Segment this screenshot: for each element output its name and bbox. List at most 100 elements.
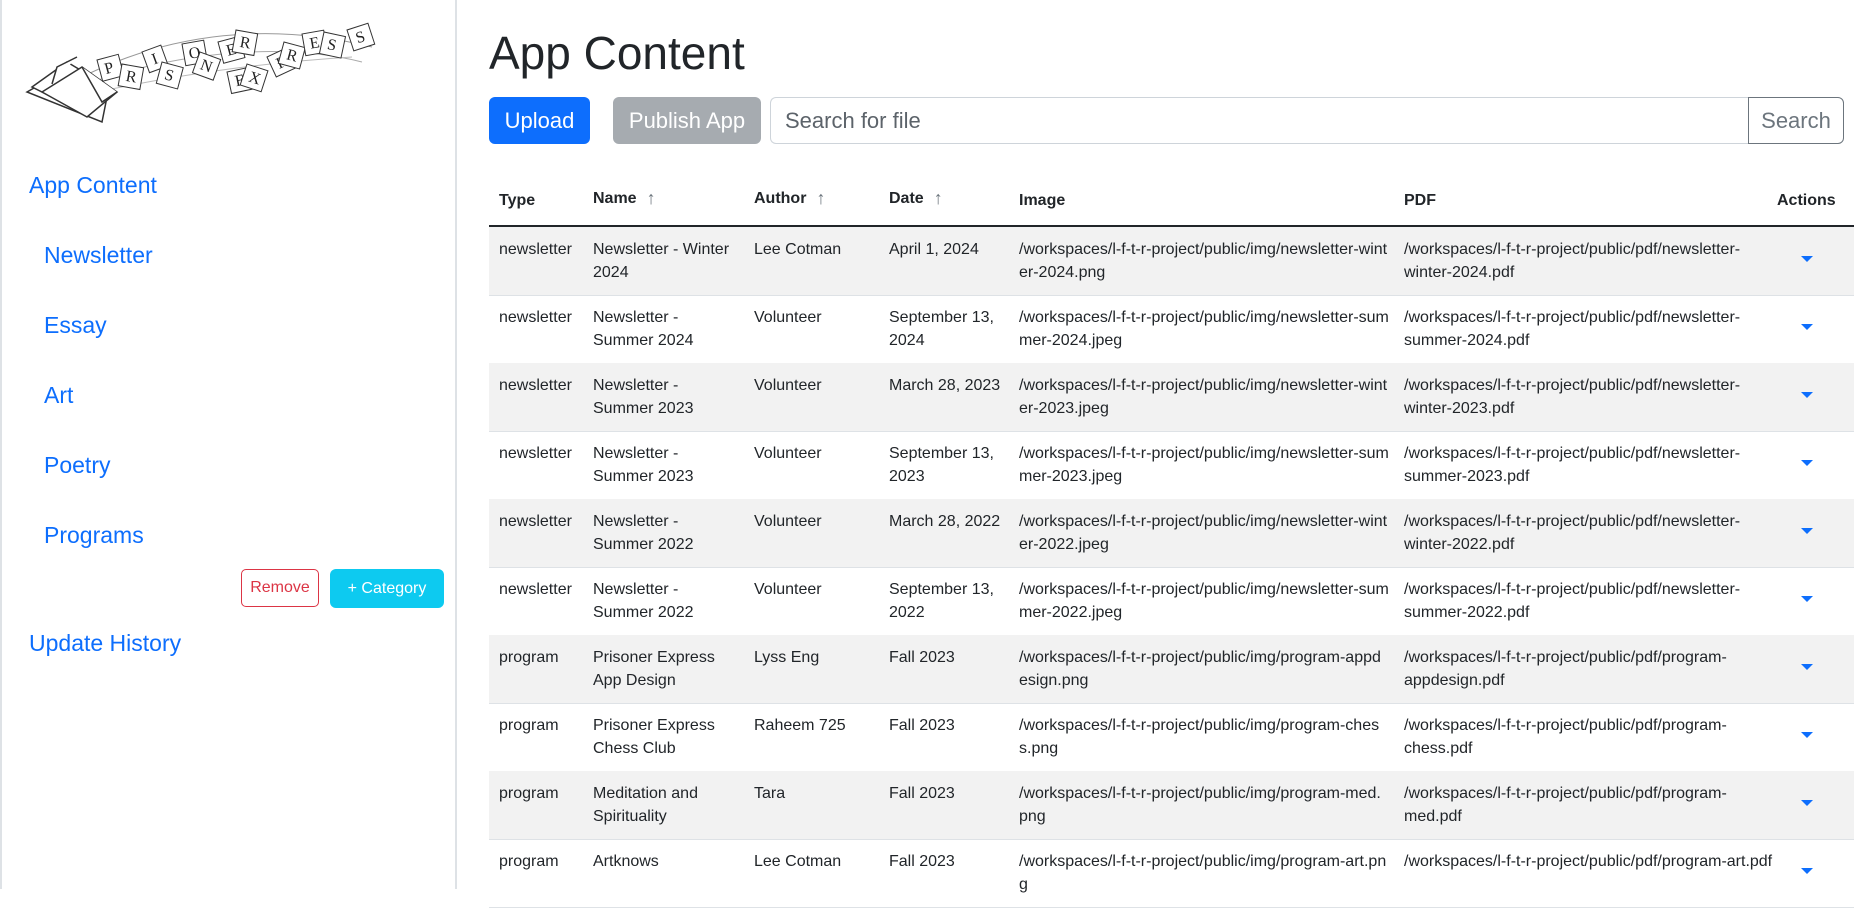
table-row[interactable]: newsletter Newsletter - Summer 2023 Volunt…	[489, 431, 1854, 500]
cell-date: Fall 2023	[889, 649, 955, 666]
cell-author: Lee Cotman	[754, 241, 842, 258]
nav-update-history[interactable]: Update History	[29, 630, 181, 657]
cell-image: /workspaces/l-f-t-r-project/public/img/n…	[1019, 581, 1389, 621]
cell-type: newsletter	[499, 309, 572, 326]
cell-name: Newsletter - Summer 2022	[593, 513, 694, 553]
column-header-name[interactable]: Name ↑	[593, 188, 656, 209]
upload-button[interactable]: Upload	[489, 97, 590, 144]
cell-name: Newsletter - Summer 2024	[593, 309, 694, 349]
cell-date: March 28, 2022	[889, 513, 1001, 530]
nav-app-content[interactable]: App Content	[29, 172, 157, 199]
caret-down-icon	[1801, 732, 1813, 738]
cell-type: program	[499, 853, 559, 870]
cell-date: September 13, 2024	[889, 309, 994, 349]
column-header-author[interactable]: Author ↑	[754, 188, 825, 209]
column-header-actions: Actions	[1777, 192, 1836, 209]
cell-name: Prisoner Express App Design	[593, 649, 715, 689]
cell-date: Fall 2023	[889, 717, 955, 734]
cell-type: newsletter	[499, 445, 572, 462]
cell-name: Newsletter - Summer 2023	[593, 445, 694, 485]
actions-dropdown-toggle[interactable]	[1792, 723, 1822, 747]
table-row[interactable]: newsletter Newsletter - Winter 2024 Lee Co…	[489, 227, 1854, 296]
arrow-up-icon[interactable]: ↑	[934, 188, 943, 209]
cell-pdf: /workspaces/l-f-t-r-project/public/pdf/n…	[1404, 377, 1741, 417]
cell-type: program	[499, 717, 559, 734]
table-row[interactable]: newsletter Newsletter - Summer 2022 Volunt…	[489, 499, 1854, 568]
caret-down-icon	[1801, 324, 1813, 330]
arrow-up-icon[interactable]: ↑	[647, 188, 656, 209]
cell-date: September 13, 2023	[889, 445, 994, 485]
cell-type: newsletter	[499, 581, 572, 598]
sidebar: P R I S O N E R E X P R E S S App Conten…	[0, 0, 457, 889]
actions-dropdown-toggle[interactable]	[1792, 655, 1822, 679]
arrow-up-icon[interactable]: ↑	[816, 188, 825, 209]
cell-date: September 13, 2022	[889, 581, 994, 621]
cell-pdf: /workspaces/l-f-t-r-project/public/pdf/p…	[1404, 717, 1727, 757]
content-table: Type Name ↑ Author ↑ Date ↑ Image PDF Actio…	[489, 178, 1854, 908]
table-row[interactable]: program Artknows Lee Cotman Fall 2023/works…	[489, 839, 1854, 908]
cell-date: April 1, 2024	[889, 241, 979, 258]
cell-type: newsletter	[499, 241, 572, 258]
column-header-pdf: PDF	[1404, 192, 1436, 209]
cell-author: Volunteer	[754, 581, 822, 598]
column-header-type: Type	[499, 192, 536, 209]
page-title: App Content	[489, 27, 745, 79]
caret-down-icon	[1801, 800, 1813, 806]
sidebar-item-newsletter[interactable]: Newsletter	[44, 242, 153, 269]
sidebar-item-art[interactable]: Art	[44, 382, 73, 409]
actions-dropdown-toggle[interactable]	[1792, 519, 1822, 543]
sidebar-item-poetry[interactable]: Poetry	[44, 452, 110, 479]
actions-dropdown-toggle[interactable]	[1792, 451, 1822, 475]
main-content: App Content Upload Publish App Search Ty…	[489, 0, 1854, 908]
publish-app-button[interactable]: Publish App	[613, 97, 761, 144]
cell-image: /workspaces/l-f-t-r-project/public/img/n…	[1019, 241, 1388, 281]
cell-date: Fall 2023	[889, 853, 955, 870]
cell-type: newsletter	[499, 513, 572, 530]
actions-dropdown-toggle[interactable]	[1792, 315, 1822, 339]
cell-pdf: /workspaces/l-f-t-r-project/public/pdf/n…	[1404, 581, 1741, 621]
actions-dropdown-toggle[interactable]	[1792, 859, 1822, 883]
actions-dropdown-toggle[interactable]	[1792, 587, 1822, 611]
cell-author: Lee Cotman	[754, 853, 842, 870]
search-input[interactable]	[770, 97, 1749, 144]
add-category-button[interactable]: + Category	[330, 569, 444, 608]
cell-image: /workspaces/l-f-t-r-project/public/img/n…	[1019, 513, 1388, 553]
cell-image: /workspaces/l-f-t-r-project/public/img/p…	[1019, 785, 1381, 825]
cell-author: Volunteer	[754, 377, 822, 394]
caret-down-icon	[1801, 392, 1813, 398]
sidebar-item-programs[interactable]: Programs	[44, 522, 144, 549]
cell-name: Newsletter - Summer 2023	[593, 377, 694, 417]
prisoner-express-logo[interactable]: P R I S O N E R E X P R E S S	[22, 22, 392, 132]
cell-author: Volunteer	[754, 445, 822, 462]
table-row[interactable]: program Meditation and Spirituality Tara Fa…	[489, 771, 1854, 840]
cell-author: Volunteer	[754, 309, 822, 326]
cell-author: Raheem 725	[754, 717, 846, 734]
cell-pdf: /workspaces/l-f-t-r-project/public/pdf/n…	[1404, 241, 1741, 281]
cell-name: Meditation and Spirituality	[593, 785, 698, 825]
table-row[interactable]: newsletter Newsletter - Summer 2024 Volunt…	[489, 295, 1854, 364]
table-row[interactable]: newsletter Newsletter - Summer 2023 Volunt…	[489, 363, 1854, 432]
cell-name: Newsletter - Summer 2022	[593, 581, 694, 621]
cell-date: March 28, 2023	[889, 377, 1001, 394]
search-button[interactable]: Search	[1748, 97, 1844, 144]
cell-name: Newsletter - Winter 2024	[593, 241, 730, 281]
cell-pdf: /workspaces/l-f-t-r-project/public/pdf/p…	[1404, 853, 1773, 870]
cell-pdf: /workspaces/l-f-t-r-project/public/pdf/n…	[1404, 309, 1741, 349]
cell-name: Artknows	[593, 853, 659, 870]
cell-image: /workspaces/l-f-t-r-project/public/img/p…	[1019, 649, 1381, 689]
actions-dropdown-toggle[interactable]	[1792, 247, 1822, 271]
column-header-date[interactable]: Date ↑	[889, 188, 943, 209]
cell-image: /workspaces/l-f-t-r-project/public/img/p…	[1019, 717, 1380, 757]
table-row[interactable]: program Prisoner Express App Design Lyss E…	[489, 635, 1854, 704]
table-row[interactable]: newsletter Newsletter - Summer 2022 Volunt…	[489, 567, 1854, 636]
table-row[interactable]: program Prisoner Express Chess Club Raheem…	[489, 703, 1854, 772]
cell-pdf: /workspaces/l-f-t-r-project/public/pdf/n…	[1404, 445, 1741, 485]
actions-dropdown-toggle[interactable]	[1792, 791, 1822, 815]
actions-dropdown-toggle[interactable]	[1792, 383, 1822, 407]
cell-image: /workspaces/l-f-t-r-project/public/img/n…	[1019, 309, 1389, 349]
sidebar-item-essay[interactable]: Essay	[44, 312, 107, 339]
cell-type: program	[499, 649, 559, 666]
caret-down-icon	[1801, 868, 1813, 874]
remove-category-button[interactable]: Remove	[241, 569, 319, 607]
cell-date: Fall 2023	[889, 785, 955, 802]
